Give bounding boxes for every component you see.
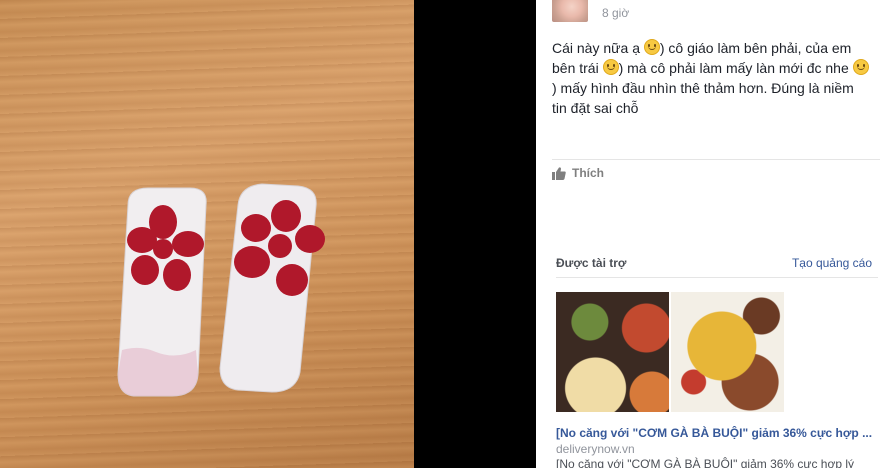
ad-domain: deliverynow.vn — [556, 442, 635, 456]
divider — [556, 277, 878, 278]
post-sidebar: 8 giờ Cái này nữa ạ ) cô giáo làm bên ph… — [536, 0, 892, 468]
ad-description: [No căng với "CƠM GÀ BÀ BUỘI" giảm 36% c… — [556, 457, 855, 468]
post-text-part: ) mấy hình đầu nhìn thê thảm hơn. Đúng l… — [552, 80, 854, 116]
post-text: Cái này nữa ạ ) cô giáo làm bên phải, củ… — [552, 38, 872, 118]
ad-image-group[interactable] — [556, 292, 784, 412]
smile-emoji-icon — [602, 59, 619, 75]
smile-emoji-icon — [852, 59, 869, 75]
sponsored-label: Được tài trợ — [556, 256, 627, 270]
like-label: Thích — [572, 166, 604, 180]
smile-emoji-icon — [643, 39, 660, 55]
like-button[interactable]: Thích — [552, 166, 604, 180]
left-nail-tip — [117, 187, 207, 397]
sponsored-header: Được tài trợ Tạo quảng cáo — [556, 256, 872, 270]
avatar[interactable] — [552, 0, 588, 22]
ad-image-noodle-soup[interactable] — [556, 292, 669, 412]
post-text-part: ) mà cô phải làm mấy làn mới đc nhe — [618, 60, 853, 76]
photo-viewer-backdrop — [414, 0, 536, 468]
nail-tips-photo — [117, 183, 325, 397]
post-timestamp[interactable]: 8 giờ — [602, 6, 629, 20]
ad-title-link[interactable]: [No căng với "CƠM GÀ BÀ BUỘI" giảm 36% c… — [556, 426, 876, 440]
ad-image-chicken-rice[interactable] — [671, 292, 784, 412]
post-photo[interactable] — [0, 0, 414, 468]
divider — [552, 159, 880, 160]
create-ad-link[interactable]: Tạo quảng cáo — [792, 256, 872, 270]
thumbs-up-icon — [552, 166, 566, 180]
post-text-part: Cái này nữa ạ — [552, 40, 644, 56]
right-nail-tip — [219, 183, 325, 393]
